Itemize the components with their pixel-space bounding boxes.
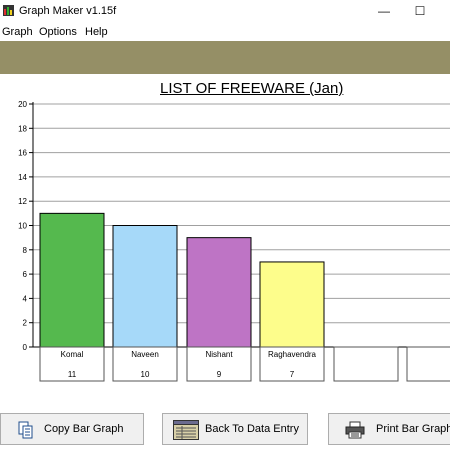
value-label: 11 [68, 370, 77, 379]
bar-chart: 0 2 4 6 8 10 12 14 16 18 20 Komal 11 Naveen 10 Nishant 9… [18, 100, 450, 382]
copy-icon [18, 421, 33, 439]
copy-bar-graph-button[interactable]: Copy Bar Graph [0, 413, 144, 445]
category-label: Naveen [131, 350, 159, 359]
printer-icon [345, 421, 365, 439]
value-label: 7 [290, 370, 295, 379]
data-entry-icon [173, 420, 199, 440]
y-tick-label: 18 [18, 124, 27, 133]
copy-bar-graph-label: Copy Bar Graph [44, 423, 124, 435]
bar [186, 237, 252, 348]
y-tick-label: 10 [18, 222, 27, 231]
y-tick-label: 2 [23, 319, 28, 328]
y-tick-label: 0 [23, 343, 28, 352]
category-label: Nishant [205, 350, 233, 359]
value-label: 9 [217, 370, 222, 379]
y-tick-label: 20 [18, 100, 27, 109]
y-tick-label: 16 [18, 149, 27, 158]
value-label: 10 [141, 370, 150, 379]
category-box [333, 346, 399, 382]
print-bar-graph-button[interactable]: Print Bar Graph [328, 413, 450, 445]
category-label: Raghavendra [268, 350, 317, 359]
bar [259, 261, 325, 348]
y-tick-label: 6 [23, 270, 28, 279]
y-tick-label: 4 [23, 294, 28, 303]
category-label: Komal [61, 350, 84, 359]
back-to-data-entry-label: Back To Data Entry [205, 423, 299, 435]
y-tick-label: 14 [18, 173, 27, 182]
back-to-data-entry-button[interactable]: Back To Data Entry [162, 413, 308, 445]
bar [112, 225, 178, 348]
category-box [406, 346, 450, 382]
y-tick-label: 12 [18, 197, 27, 206]
y-tick-label: 8 [23, 246, 28, 255]
print-bar-graph-label: Print Bar Graph [376, 423, 450, 435]
bar [39, 212, 105, 348]
